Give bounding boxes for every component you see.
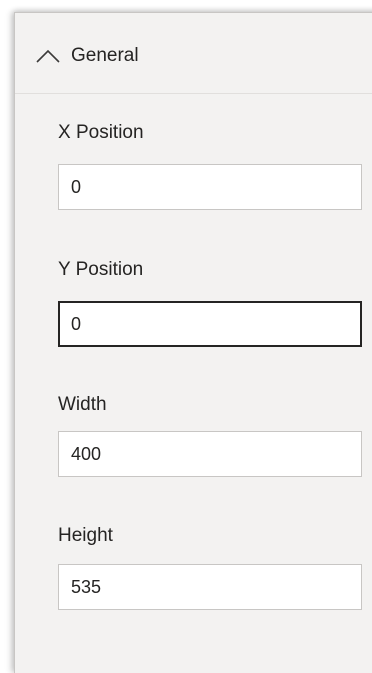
format-pane: General X Position Y Position Width Heig… xyxy=(14,12,372,673)
x-position-input[interactable] xyxy=(58,164,362,210)
screenshot-frame: General X Position Y Position Width Heig… xyxy=(0,0,372,673)
chevron-up-icon[interactable] xyxy=(35,48,61,64)
height-input[interactable] xyxy=(58,564,362,610)
x-position-label: X Position xyxy=(58,122,144,143)
y-position-input[interactable] xyxy=(58,301,362,347)
width-input[interactable] xyxy=(58,431,362,477)
height-label: Height xyxy=(58,525,113,546)
width-label: Width xyxy=(58,394,107,415)
section-title: General xyxy=(71,45,139,66)
general-section-header[interactable]: General xyxy=(15,13,372,94)
y-position-label: Y Position xyxy=(58,259,144,280)
